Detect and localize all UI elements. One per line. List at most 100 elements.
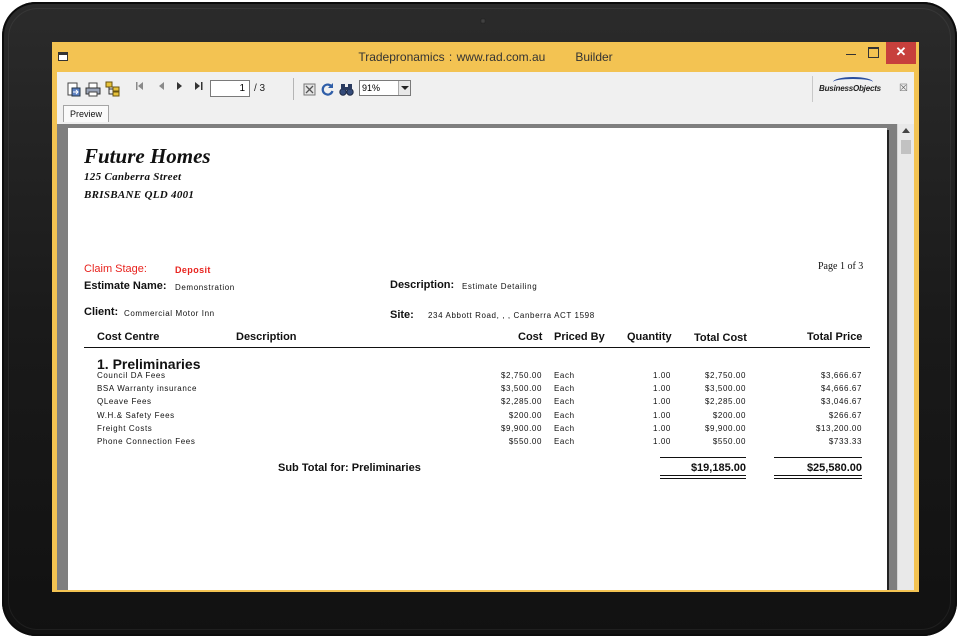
section-title: 1. Preliminaries xyxy=(97,356,201,372)
last-page-icon[interactable] xyxy=(195,82,203,92)
business-objects-logo: BusinessObjects xyxy=(819,77,881,93)
cell-total-price: $266.67 xyxy=(828,410,862,420)
subtotal-price: $25,580.00 xyxy=(806,462,862,474)
report-window: Tradepronamics : www.rad.com.au Builder ✕ xyxy=(52,42,919,592)
tab-preview[interactable]: Preview xyxy=(63,105,110,122)
chevron-down-icon[interactable] xyxy=(398,81,410,95)
site-value: 234 Abbott Road, , , Canberra ACT 1598 xyxy=(428,311,595,320)
cell-cost-centre: W.H.& Safety Fees xyxy=(97,410,175,420)
estimate-name-value: Demonstration xyxy=(175,283,235,292)
cell-total-price: $733.33 xyxy=(828,437,862,446)
site-label: Site: xyxy=(390,309,414,321)
close-preview-icon[interactable]: ☒ xyxy=(899,83,908,94)
cell-cost-centre: Freight Costs xyxy=(97,423,153,433)
cell-quantity: 1.00 xyxy=(653,371,671,380)
cell-priced-by: Each xyxy=(554,423,575,433)
cell-quantity: 1.00 xyxy=(653,397,671,407)
cell-quantity: 1.00 xyxy=(653,437,671,446)
prev-page-icon[interactable] xyxy=(158,82,164,92)
cell-quantity: 1.00 xyxy=(653,410,671,420)
title-bar[interactable]: Tradepronamics : www.rad.com.au Builder ✕ xyxy=(52,42,919,72)
subtotal-cost-underline xyxy=(660,475,746,476)
cell-cost: $3,500.00 xyxy=(501,384,542,394)
cell-total-cost: $200.00 xyxy=(712,410,746,420)
cell-quantity: 1.00 xyxy=(653,384,671,394)
header-rule xyxy=(84,347,870,348)
subtotal-price-underline xyxy=(774,478,862,479)
toolbar-divider xyxy=(812,76,813,102)
page-number-input[interactable]: 1 xyxy=(210,80,250,97)
zoom-select[interactable]: 91% xyxy=(359,80,411,96)
scroll-up-icon[interactable] xyxy=(902,128,910,133)
client-value: Commercial Motor Inn xyxy=(124,309,215,318)
cell-total-cost: $3,500.00 xyxy=(705,384,746,394)
cell-cost: $200.00 xyxy=(508,410,542,420)
close-button[interactable]: ✕ xyxy=(886,42,916,64)
description-label: Description: xyxy=(390,279,455,291)
subtotal-cost-underline xyxy=(660,478,746,479)
subtotal-cost-overline xyxy=(660,457,746,458)
cell-cost-centre: Phone Connection Fees xyxy=(97,437,196,446)
group-tree-icon[interactable] xyxy=(105,81,121,97)
col-priced-by: Priced By xyxy=(554,331,605,343)
first-page-icon[interactable] xyxy=(136,82,144,92)
address-line-2: BRISBANE QLD 4001 xyxy=(84,189,195,201)
company-name: Future Homes xyxy=(84,144,211,168)
cell-priced-by: Each xyxy=(554,410,575,420)
minimize-button[interactable] xyxy=(840,42,862,64)
cell-total-cost: $2,750.00 xyxy=(705,371,746,380)
cell-total-cost: $550.00 xyxy=(712,437,746,446)
col-total-price: Total Price xyxy=(807,331,863,343)
close-icon: ✕ xyxy=(895,44,907,59)
page-total: / 3 xyxy=(254,83,266,94)
claim-stage-label: Claim Stage: xyxy=(84,263,147,275)
address-line-1: 125 Canberra Street xyxy=(84,171,182,183)
report-viewport[interactable]: Future Homes 125 Canberra Street BRISBAN… xyxy=(57,124,914,590)
col-total-cost: Total Cost xyxy=(694,332,747,344)
scroll-thumb[interactable] xyxy=(901,140,911,154)
zoom-value: 91% xyxy=(362,83,381,93)
cell-priced-by: Each xyxy=(554,397,575,407)
camera-icon xyxy=(480,18,486,24)
cell-priced-by: Each xyxy=(554,437,575,446)
refresh-icon[interactable] xyxy=(319,81,335,97)
window-client: 1 / 3 91% BusinessObjects ☒ Preview Futu… xyxy=(57,72,914,590)
client-label: Client: xyxy=(84,306,119,318)
cell-cost: $550.00 xyxy=(508,437,542,446)
search-icon[interactable] xyxy=(338,81,354,97)
cell-cost-centre: Council DA Fees xyxy=(97,371,166,380)
cell-cost: $9,900.00 xyxy=(501,423,542,433)
cell-cost-centre: QLeave Fees xyxy=(97,397,152,407)
page-of-text: Page 1 of 3 xyxy=(818,261,864,272)
report-page: Future Homes 125 Canberra Street BRISBAN… xyxy=(68,128,887,590)
col-cost-centre: Cost Centre xyxy=(97,331,160,343)
window-title: Tradepronamics : www.rad.com.au Builder xyxy=(52,50,919,64)
cell-priced-by: Each xyxy=(554,384,575,394)
col-description: Description xyxy=(236,331,297,343)
cell-cost-centre: BSA Warranty insurance xyxy=(97,384,198,394)
col-cost: Cost xyxy=(518,331,543,343)
stop-icon[interactable] xyxy=(301,81,317,97)
subtotal-price-underline xyxy=(774,475,862,476)
viewer-toolbar: 1 / 3 91% BusinessObjects ☒ xyxy=(57,72,914,104)
claim-stage-value: Deposit xyxy=(175,265,211,275)
maximize-button[interactable] xyxy=(862,42,884,64)
estimate-name-label: Estimate Name: xyxy=(84,280,167,292)
title-module: Builder xyxy=(575,50,613,64)
export-icon[interactable] xyxy=(65,81,81,97)
next-page-icon[interactable] xyxy=(177,82,183,92)
cell-total-cost: $9,900.00 xyxy=(705,423,746,433)
cell-total-price: $13,200.00 xyxy=(815,423,862,433)
cell-total-price: $4,666.67 xyxy=(821,384,862,394)
description-value: Estimate Detailing xyxy=(462,282,538,291)
vertical-scrollbar[interactable] xyxy=(897,124,914,590)
print-icon[interactable] xyxy=(85,81,101,97)
title-url: www.rad.com.au xyxy=(456,50,546,64)
cell-quantity: 1.00 xyxy=(653,423,671,433)
swoosh-icon xyxy=(833,77,873,87)
cell-cost: $2,285.00 xyxy=(501,397,542,407)
title-app: Tradepronamics : xyxy=(358,50,453,64)
subtotal-cost: $19,185.00 xyxy=(690,462,746,474)
cell-total-price: $3,046.67 xyxy=(821,397,862,407)
cell-priced-by: Each xyxy=(554,371,575,380)
